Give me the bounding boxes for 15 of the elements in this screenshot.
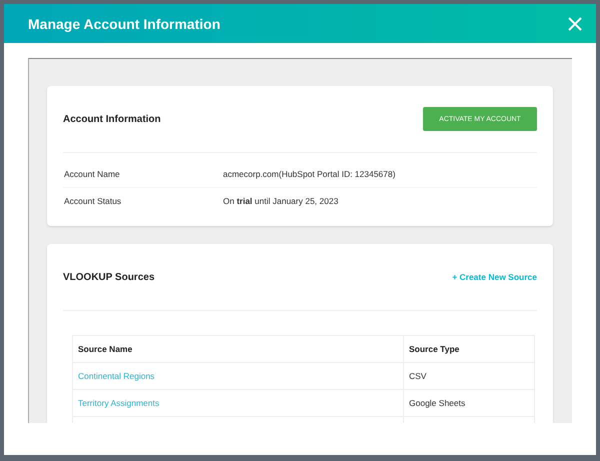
column-header: Source Name [72, 336, 404, 362]
source-name-link[interactable]: Continental Regions [72, 362, 404, 390]
close-icon[interactable] [568, 16, 582, 30]
card-title: VLOOKUP Sources [63, 272, 155, 282]
field-label: Account Name [63, 169, 121, 179]
card-title: Account Information [63, 114, 161, 124]
table-cell: CSV [404, 362, 534, 390]
field-value: acmecorp.com(HubSpot Portal ID: 12345678) [223, 169, 396, 179]
window-title: Manage Account Information [28, 16, 220, 32]
field-value: On trial until January 25, 2023 [223, 196, 338, 206]
source-name-link[interactable]: Territory Assignments [72, 390, 404, 416]
create-source-link[interactable]: + Create New Source [452, 272, 537, 282]
table-cell: Google Sheets [404, 390, 534, 416]
column-header: Source Type [404, 336, 534, 362]
field-label: Account Status [63, 196, 122, 206]
